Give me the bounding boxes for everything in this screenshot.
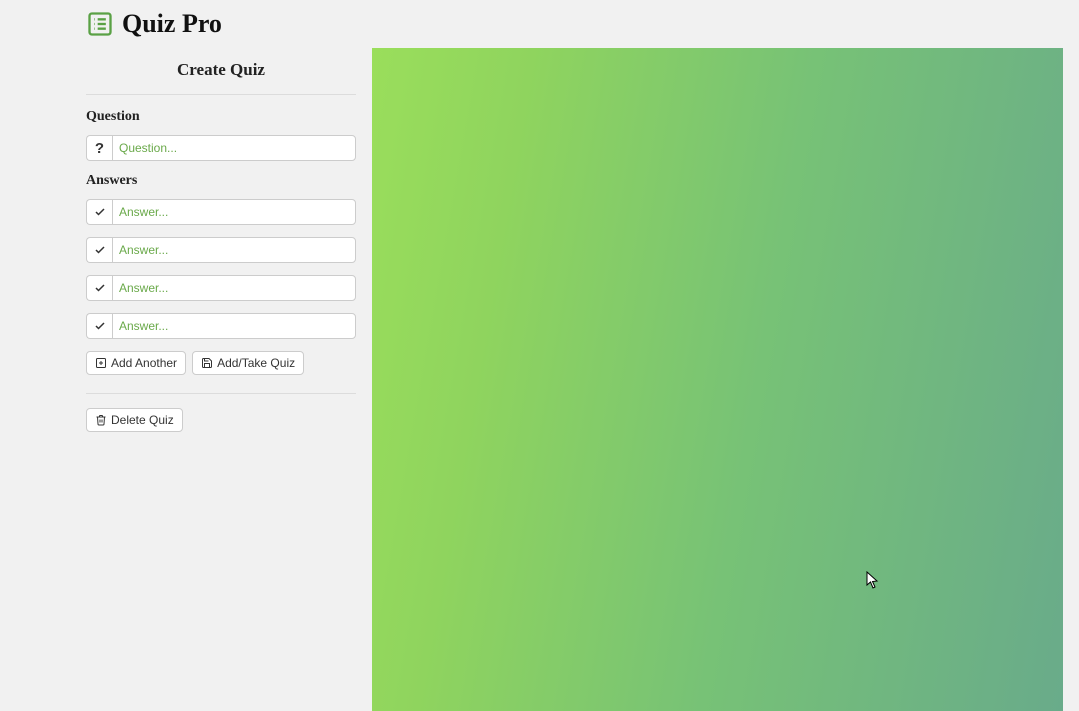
add-take-quiz-button[interactable]: Add/Take Quiz: [192, 351, 304, 375]
plus-square-icon: [95, 357, 107, 369]
app-header: Quiz Pro: [0, 0, 1079, 42]
delete-quiz-label: Delete Quiz: [111, 413, 174, 427]
answer-input[interactable]: [112, 313, 356, 339]
answer-input-group: [86, 275, 356, 301]
divider: [86, 94, 356, 95]
delete-quiz-button[interactable]: Delete Quiz: [86, 408, 183, 432]
list-icon: [86, 10, 114, 38]
answers-label: Answers: [86, 173, 356, 189]
add-another-label: Add Another: [111, 356, 177, 370]
answer-input[interactable]: [112, 237, 356, 263]
add-another-button[interactable]: Add Another: [86, 351, 186, 375]
check-icon[interactable]: [86, 199, 112, 225]
quiz-preview-area: [372, 48, 1063, 711]
add-take-quiz-label: Add/Take Quiz: [217, 356, 295, 370]
save-icon: [201, 357, 213, 369]
action-row: Add Another Add/Take Quiz: [86, 351, 356, 375]
answer-input-group: [86, 237, 356, 263]
answer-input[interactable]: [112, 275, 356, 301]
create-quiz-panel: Create Quiz Question ? Answers: [86, 50, 356, 432]
check-icon[interactable]: [86, 237, 112, 263]
answer-input[interactable]: [112, 199, 356, 225]
divider: [86, 393, 356, 394]
answer-input-group: [86, 199, 356, 225]
trash-icon: [95, 414, 107, 426]
app-root: Quiz Pro Create Quiz Question ? Answers: [0, 0, 1079, 711]
check-icon[interactable]: [86, 313, 112, 339]
app-title: Quiz Pro: [122, 9, 222, 39]
question-input-group: ?: [86, 135, 356, 161]
question-mark-icon: ?: [86, 135, 112, 161]
question-label: Question: [86, 109, 356, 125]
question-input[interactable]: [112, 135, 356, 161]
answer-input-group: [86, 313, 356, 339]
panel-heading: Create Quiz: [86, 60, 356, 80]
check-icon[interactable]: [86, 275, 112, 301]
